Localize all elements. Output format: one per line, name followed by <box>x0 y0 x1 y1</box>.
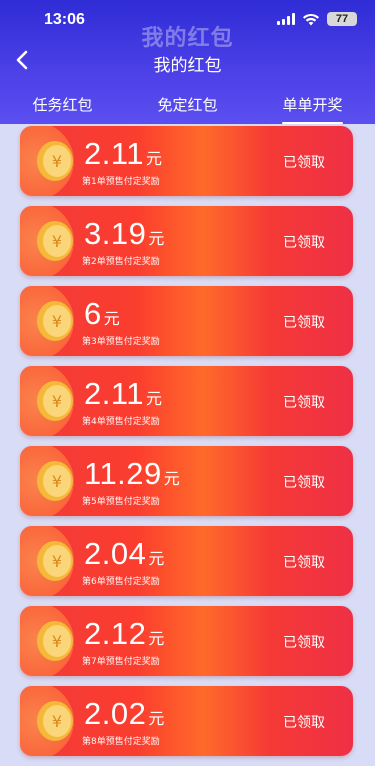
signal-icon <box>277 13 295 25</box>
amount-line: 2.04 元 <box>84 536 164 572</box>
coupon-card: ¥ 2.11 元 第1单预售付定奖励 已领取 <box>20 126 353 196</box>
coupon-unit: 元 <box>103 309 120 328</box>
coupon-unit: 元 <box>163 469 180 488</box>
claimed-status-button[interactable]: 已领取 <box>283 472 325 492</box>
claimed-status-button[interactable]: 已领取 <box>283 632 325 652</box>
coupon-card: ¥ 2.11 元 第4单预售付定奖励 已领取 <box>20 366 353 436</box>
coupon-card: ¥ 2.04 元 第6单预售付定奖励 已领取 <box>20 526 353 596</box>
coupon-description: 第4单预售付定奖励 <box>82 417 160 427</box>
coupon-unit: 元 <box>148 629 165 648</box>
yuan-coin-icon: ¥ <box>37 381 73 421</box>
svg-text:¥: ¥ <box>52 712 62 731</box>
amount-line: 2.12 元 <box>84 616 164 652</box>
coupon-amount: 2.04 <box>84 536 147 571</box>
svg-text:¥: ¥ <box>52 392 62 411</box>
coupon-description: 第2单预售付定奖励 <box>82 257 160 267</box>
yuan-coin-icon: ¥ <box>37 541 73 581</box>
claimed-status-button[interactable]: 已领取 <box>283 392 325 412</box>
claimed-status-button[interactable]: 已领取 <box>283 152 325 172</box>
coupon-description: 第5单预售付定奖励 <box>82 497 160 507</box>
coupon-description: 第1单预售付定奖励 <box>82 177 160 187</box>
claimed-status-button[interactable]: 已领取 <box>283 552 325 572</box>
svg-text:¥: ¥ <box>52 152 62 171</box>
coupon-unit: 元 <box>146 149 163 168</box>
coupon-amount: 2.02 <box>84 696 147 731</box>
coupon-unit: 元 <box>146 389 163 408</box>
wifi-icon <box>303 13 319 25</box>
claimed-status-button[interactable]: 已领取 <box>283 712 325 732</box>
coupon-amount: 6 <box>84 296 102 331</box>
coupon-unit: 元 <box>148 549 165 568</box>
coupon-amount: 11.29 <box>84 456 162 491</box>
claimed-status-button[interactable]: 已领取 <box>283 312 325 332</box>
coupon-card: ¥ 2.02 元 第8单预售付定奖励 已领取 <box>20 686 353 756</box>
tab-task-redpacket[interactable]: 任务红包 <box>24 90 100 120</box>
tab-per-order-lottery[interactable]: 单单开奖 <box>274 90 350 124</box>
svg-text:¥: ¥ <box>52 632 62 651</box>
coupon-unit: 元 <box>148 709 165 728</box>
amount-line: 2.02 元 <box>84 696 164 732</box>
svg-text:¥: ¥ <box>52 312 62 331</box>
coupon-amount: 2.11 <box>84 136 145 171</box>
coupon-card: ¥ 2.12 元 第7单预售付定奖励 已领取 <box>20 606 353 676</box>
coupon-description: 第8单预售付定奖励 <box>82 737 160 747</box>
coupon-card: ¥ 3.19 元 第2单预售付定奖励 已领取 <box>20 206 353 276</box>
yuan-coin-icon: ¥ <box>37 221 73 261</box>
status-icons: 77 <box>277 12 357 26</box>
coupon-card: ¥ 6 元 第3单预售付定奖励 已领取 <box>20 286 353 356</box>
coupon-amount: 3.19 <box>84 216 147 251</box>
page-title: 我的红包 <box>153 56 222 76</box>
coupon-list: ¥ 2.11 元 第1单预售付定奖励 已领取 ¥ 3.19 元 第2单预售付定奖… <box>20 126 353 766</box>
amount-line: 2.11 元 <box>84 136 162 172</box>
amount-line: 3.19 元 <box>84 216 164 252</box>
svg-text:¥: ¥ <box>52 472 62 491</box>
svg-text:¥: ¥ <box>52 232 62 251</box>
tab-bar: 任务红包 免定红包 单单开奖 <box>0 90 375 124</box>
battery-indicator: 77 <box>327 12 357 26</box>
amount-line: 6 元 <box>84 296 120 332</box>
status-bar: 13:06 我的红包 77 <box>0 0 375 51</box>
yuan-coin-icon: ¥ <box>37 461 73 501</box>
coupon-unit: 元 <box>148 229 165 248</box>
yuan-coin-icon: ¥ <box>37 301 73 341</box>
header: 13:06 我的红包 77 我的红包 任务红包 免定红包 单单开奖 <box>0 0 375 124</box>
coupon-amount: 2.11 <box>84 376 145 411</box>
yuan-coin-icon: ¥ <box>37 141 73 181</box>
coupon-description: 第7单预售付定奖励 <box>82 657 160 667</box>
yuan-coin-icon: ¥ <box>37 701 73 741</box>
amount-line: 11.29 元 <box>84 456 180 492</box>
svg-text:¥: ¥ <box>52 552 62 571</box>
amount-line: 2.11 元 <box>84 376 162 412</box>
claimed-status-button[interactable]: 已领取 <box>283 232 325 252</box>
coupon-description: 第6单预售付定奖励 <box>82 577 160 587</box>
coupon-card: ¥ 11.29 元 第5单预售付定奖励 已领取 <box>20 446 353 516</box>
tab-deposit-free-redpacket[interactable]: 免定红包 <box>149 90 225 120</box>
coupon-description: 第3单预售付定奖励 <box>82 337 160 347</box>
yuan-coin-icon: ¥ <box>37 621 73 661</box>
coupon-amount: 2.12 <box>84 616 147 651</box>
